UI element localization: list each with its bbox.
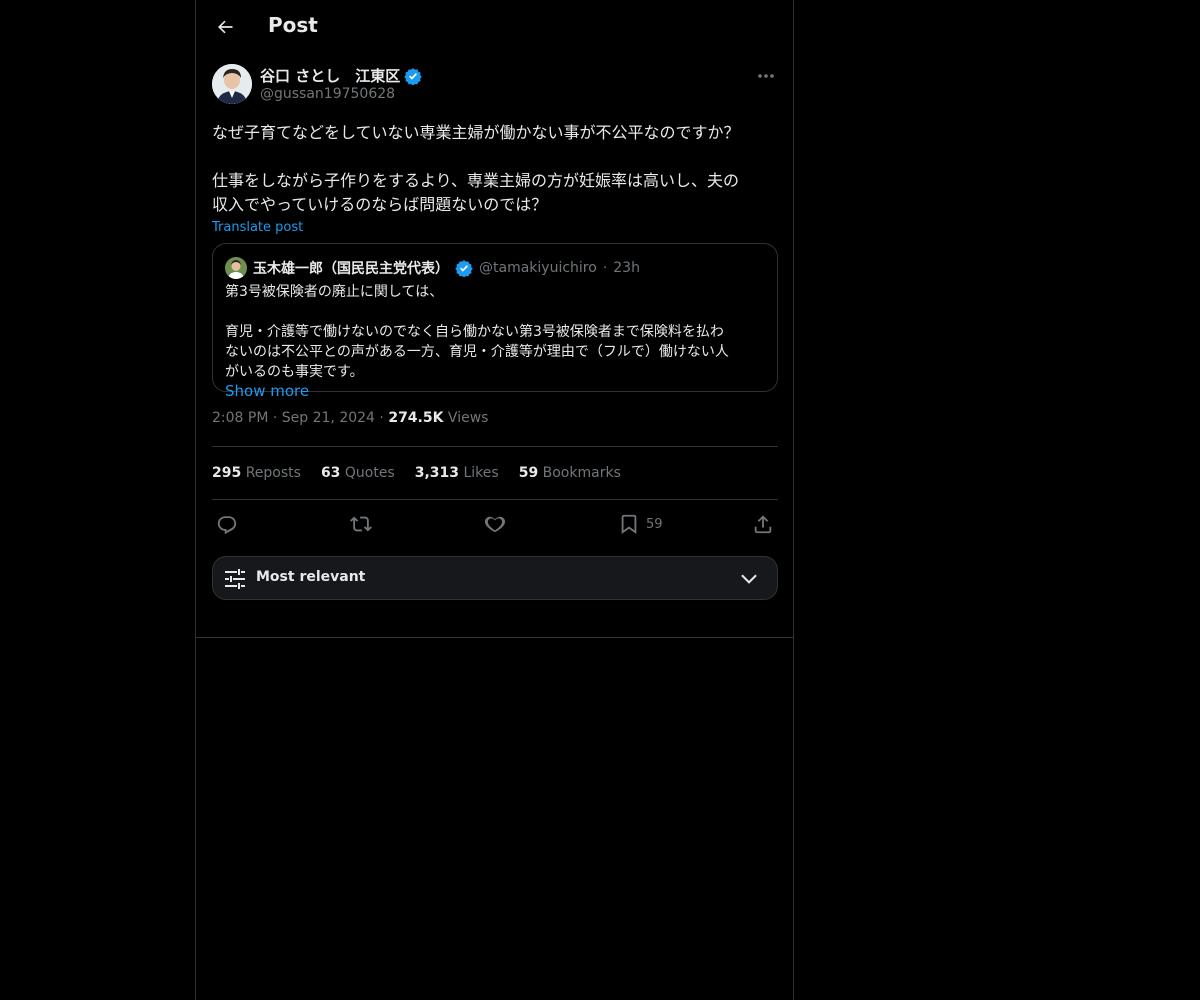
page-title: Post: [268, 13, 318, 37]
likes-stat[interactable]: 3,313 Likes: [415, 465, 499, 481]
quoted-post-text: 第3号被保険者の廃止に関しては、 育児・介護等で働けないのでなく自ら働かない第3…: [225, 284, 729, 380]
verified-badge-icon: [404, 67, 422, 86]
share-icon[interactable]: [752, 510, 774, 538]
page-header: Post: [196, 0, 793, 54]
post-time[interactable]: 2:08 PM: [212, 410, 268, 426]
bookmarks-label: Bookmarks: [542, 465, 621, 481]
bookmark-icon[interactable]: 59: [618, 510, 663, 538]
quoted-post[interactable]: 玉木雄一郎（国民民主党代表） @tamakiyuichiro · 23h 第3号…: [212, 243, 778, 400]
avatar[interactable]: [212, 64, 252, 104]
post-meta: 2:08 PM · Sep 21, 2024 · 274.5K Views: [212, 410, 778, 430]
engagement-stats: 295 Reposts 63 Quotes 3,313 Likes 59 Boo…: [212, 447, 778, 499]
action-bar: 59: [212, 500, 778, 548]
divider: [196, 637, 793, 638]
quoted-display-name: 玉木雄一郎（国民民主党代表）: [253, 261, 449, 277]
author-row: 谷口 さとし 江東区 @gussan19750628: [212, 64, 778, 108]
more-icon[interactable]: [754, 66, 778, 86]
sort-replies-dropdown[interactable]: Most relevant: [212, 556, 778, 600]
filter-icon: [223, 567, 247, 595]
bookmark-count: 59: [646, 516, 663, 532]
reposts-count: 295: [212, 465, 242, 481]
quotes-count: 63: [320, 465, 341, 481]
views-label: Views: [447, 410, 489, 426]
bookmarks-count: 59: [518, 465, 539, 481]
separator-dot: ·: [379, 410, 384, 426]
bookmarks-stat[interactable]: 59 Bookmarks: [519, 465, 621, 481]
separator-dot: ·: [602, 260, 608, 276]
separator-dot: ·: [272, 410, 278, 426]
display-name[interactable]: 谷口 さとし 江東区: [260, 65, 400, 86]
back-arrow-icon[interactable]: [212, 14, 238, 40]
post: 谷口 さとし 江東区 @gussan19750628 なぜ子育てなどをしていない…: [212, 64, 778, 600]
quoted-handle: @tamakiyuichiro: [479, 260, 597, 276]
main-column: Post 谷口 さとし 江東区 @gussan19750628 なぜ子育てなどを…: [195, 0, 794, 1000]
quoted-timestamp: 23h: [613, 260, 640, 276]
repost-icon[interactable]: [350, 510, 372, 538]
verified-badge-icon: [455, 259, 473, 278]
reposts-stat[interactable]: 295 Reposts: [212, 465, 301, 481]
quotes-label: Quotes: [344, 465, 395, 481]
quoted-post-header: 玉木雄一郎（国民民主党代表） @tamakiyuichiro · 23h: [225, 256, 765, 280]
quotes-stat[interactable]: 63 Quotes: [321, 465, 395, 481]
quoted-avatar[interactable]: [225, 257, 247, 279]
likes-label: Likes: [463, 465, 499, 481]
like-icon[interactable]: [484, 510, 506, 538]
post-date[interactable]: Sep 21, 2024: [282, 410, 375, 426]
name-wrap: 谷口 さとし 江東区: [260, 65, 422, 86]
post-text: なぜ子育てなどをしていない専業主婦が働かない事が不公平なのですか？ 仕事をしなが…: [212, 123, 740, 214]
reposts-label: Reposts: [245, 465, 301, 481]
likes-count: 3,313: [414, 465, 460, 481]
show-more-link[interactable]: Show more: [225, 382, 765, 400]
author-handle[interactable]: @gussan19750628: [260, 86, 395, 102]
translate-link[interactable]: Translate post: [212, 220, 778, 235]
chevron-down-icon: [739, 569, 759, 593]
views-count: 274.5K: [388, 410, 444, 426]
sort-label: Most relevant: [256, 569, 366, 585]
reply-icon[interactable]: [216, 510, 238, 538]
